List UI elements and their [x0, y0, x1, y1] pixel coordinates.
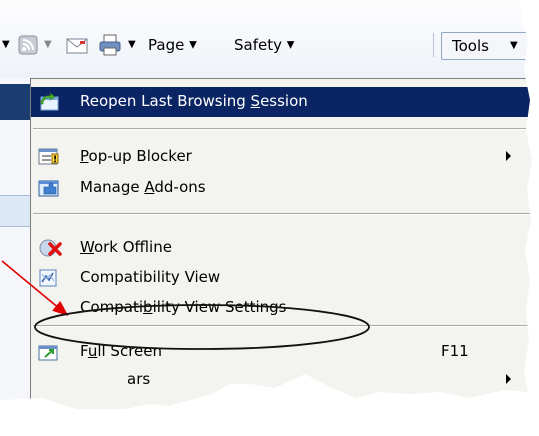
- annotation-ellipse: [34, 304, 370, 350]
- screenshot: ▼ ▼ ▼ Page ▼ Safety ▼ Tools ▼ Reopen Las…: [0, 0, 539, 436]
- annotation-overlay: [1, 260, 370, 350]
- annotation-arrow: [1, 260, 69, 317]
